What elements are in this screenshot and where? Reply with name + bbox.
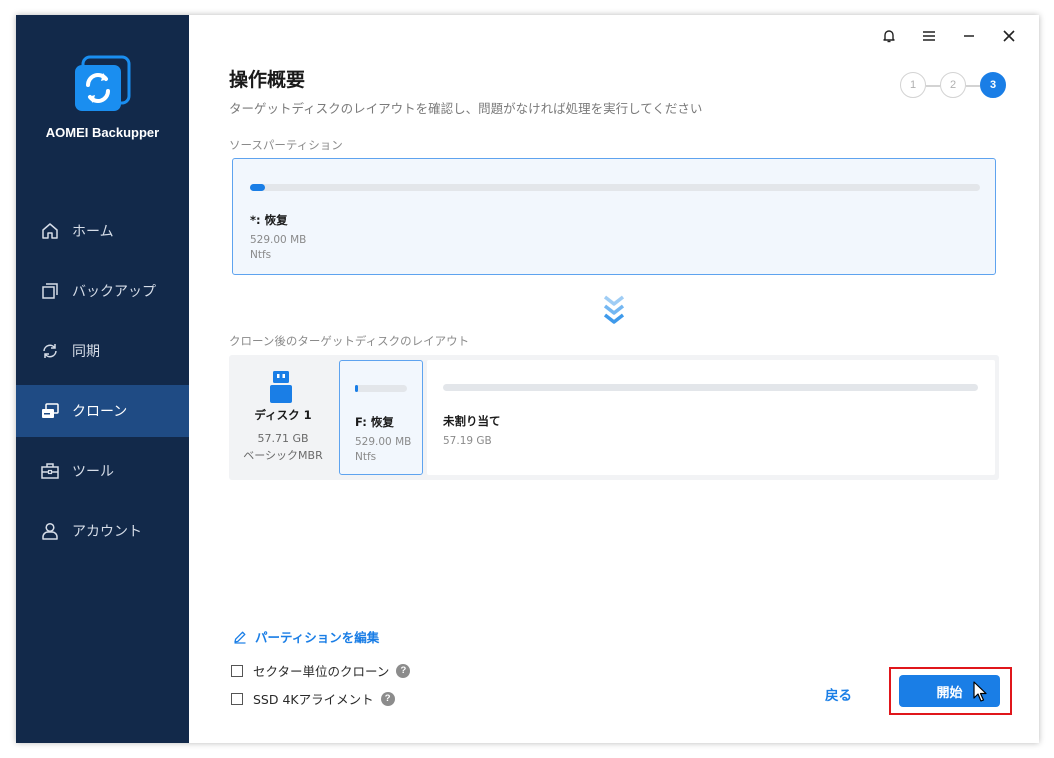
sidebar-item-label: 同期 bbox=[72, 344, 100, 360]
disk-size: 57.71 GB bbox=[257, 432, 309, 445]
sidebar-item-sync[interactable]: 同期 bbox=[16, 325, 189, 377]
sidebar-item-backup[interactable]: バックアップ bbox=[16, 265, 189, 317]
target-partition-card[interactable]: F: 恢复 529.00 MB Ntfs bbox=[339, 360, 423, 475]
sidebar-item-label: バックアップ bbox=[72, 284, 156, 300]
usage-bar bbox=[443, 384, 978, 391]
disk-name: ディスク 1 bbox=[254, 408, 312, 422]
sector-clone-checkbox[interactable] bbox=[231, 664, 243, 677]
source-section-label: ソースパーティション bbox=[229, 138, 343, 152]
partition-name: *: 恢复 bbox=[250, 213, 288, 227]
main-panel: 操作概要 ターゲットディスクのレイアウトを確認し、問題がなければ処理を実行してく… bbox=[189, 15, 1039, 743]
toolbox-icon bbox=[40, 461, 60, 481]
step-1: 1 bbox=[900, 72, 926, 98]
step-connector bbox=[966, 85, 980, 87]
step-connector bbox=[926, 85, 940, 87]
sidebar-item-tools[interactable]: ツール bbox=[16, 445, 189, 497]
home-icon bbox=[40, 221, 60, 241]
app-window: AOMEI Backupper ホーム バックアップ 同期 クローン ツール ア… bbox=[16, 15, 1039, 743]
backup-icon bbox=[40, 281, 60, 301]
step-indicator: 1 2 3 bbox=[900, 72, 1010, 100]
sidebar-item-label: クローン bbox=[72, 404, 128, 420]
unallocated-space-card[interactable]: 未割り当て 57.19 GB bbox=[427, 360, 995, 475]
app-name: AOMEI Backupper bbox=[45, 125, 160, 140]
sidebar-item-clone[interactable]: クローン bbox=[16, 385, 189, 437]
partition-size: 529.00 MB bbox=[250, 234, 307, 246]
page-subtitle: ターゲットディスクのレイアウトを確認し、問題がなければ処理を実行してください bbox=[229, 101, 703, 116]
target-section-label: クローン後のターゲットディスクのレイアウト bbox=[229, 334, 470, 348]
clone-icon bbox=[40, 401, 60, 421]
app-logo-icon bbox=[73, 55, 131, 113]
ssd-align-option: SSD 4Kアライメント ? bbox=[231, 689, 395, 708]
ssd-align-label: SSD 4Kアライメント bbox=[253, 692, 374, 707]
back-button[interactable]: 戻る bbox=[825, 684, 852, 704]
sidebar-item-account[interactable]: アカウント bbox=[16, 505, 189, 557]
sector-clone-label: セクター単位のクローン bbox=[253, 664, 390, 679]
partition-filesystem: Ntfs bbox=[250, 249, 272, 261]
sidebar-item-label: ツール bbox=[72, 464, 114, 480]
mouse-pointer-icon bbox=[973, 681, 987, 702]
partition-name: F: 恢复 bbox=[355, 415, 394, 429]
target-disk-layout: ディスク 1 57.71 GB ベーシックMBR F: 恢复 529.00 MB… bbox=[229, 355, 999, 480]
help-icon[interactable]: ? bbox=[396, 663, 411, 678]
partition-size: 529.00 MB bbox=[355, 436, 412, 448]
sidebar-item-label: アカウント bbox=[72, 524, 142, 540]
step-3: 3 bbox=[980, 72, 1006, 98]
help-icon[interactable]: ? bbox=[380, 691, 395, 706]
usage-bar bbox=[250, 184, 980, 191]
sidebar: AOMEI Backupper ホーム バックアップ 同期 クローン ツール ア… bbox=[16, 15, 189, 743]
edit-partition-label: パーティションを編集 bbox=[255, 630, 380, 645]
sidebar-item-label: ホーム bbox=[72, 224, 114, 240]
usb-drive-icon bbox=[270, 371, 292, 403]
unallocated-label: 未割り当て bbox=[443, 414, 501, 428]
partition-filesystem: Ntfs bbox=[355, 451, 377, 463]
edit-partition-link[interactable]: パーティションを編集 bbox=[233, 627, 379, 646]
usage-bar-fill bbox=[355, 385, 358, 392]
sync-icon bbox=[40, 341, 60, 361]
ssd-align-checkbox[interactable] bbox=[231, 692, 243, 705]
unallocated-size: 57.19 GB bbox=[443, 435, 492, 447]
page-title: 操作概要 bbox=[229, 69, 306, 91]
sidebar-nav: ホーム バックアップ 同期 クローン ツール アカウント bbox=[16, 205, 189, 565]
double-chevron-down-icon bbox=[603, 295, 625, 324]
usage-bar-fill bbox=[250, 184, 265, 191]
usage-bar bbox=[355, 385, 407, 392]
target-disk-info: ディスク 1 57.71 GB ベーシックMBR bbox=[229, 355, 337, 480]
source-partition-card[interactable]: *: 恢复 529.00 MB Ntfs bbox=[232, 158, 996, 275]
pencil-icon bbox=[234, 631, 246, 644]
step-2: 2 bbox=[940, 72, 966, 98]
disk-type: ベーシックMBR bbox=[243, 449, 323, 462]
sidebar-item-home[interactable]: ホーム bbox=[16, 205, 189, 257]
sector-clone-option: セクター単位のクローン ? bbox=[231, 661, 411, 680]
user-icon bbox=[40, 521, 60, 541]
